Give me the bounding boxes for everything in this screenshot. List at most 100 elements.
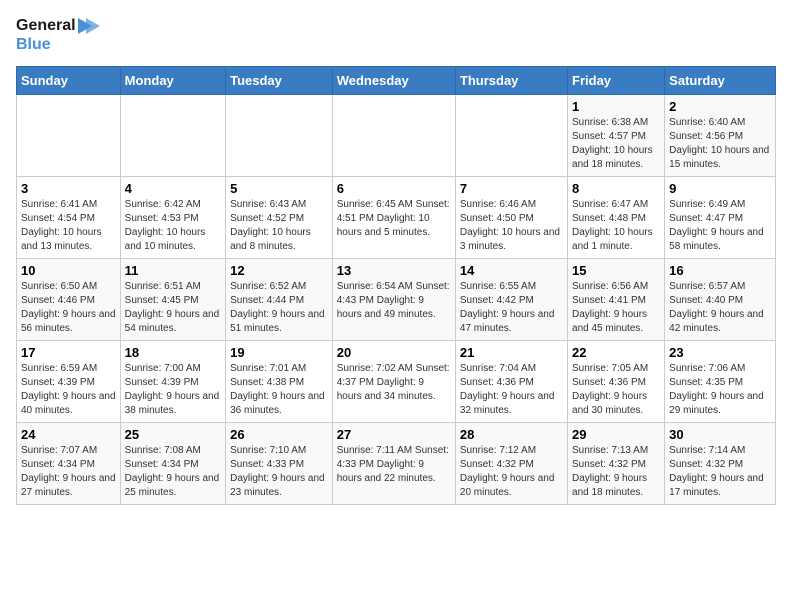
logo-blue: Blue [16, 35, 51, 54]
day-info: Sunrise: 7:11 AM Sunset: 4:33 PM Dayligh… [337, 444, 451, 486]
week-row-3: 10Sunrise: 6:50 AM Sunset: 4:46 PM Dayli… [17, 259, 776, 341]
logo-arrow-icon [78, 18, 100, 34]
day-info: Sunrise: 6:59 AM Sunset: 4:39 PM Dayligh… [21, 362, 116, 418]
day-number: 6 [337, 181, 451, 196]
day-number: 11 [125, 263, 221, 278]
day-number: 18 [125, 345, 221, 360]
day-info: Sunrise: 6:46 AM Sunset: 4:50 PM Dayligh… [460, 198, 563, 254]
day-number: 19 [230, 345, 328, 360]
logo: General Blue [16, 16, 100, 54]
day-number: 28 [460, 427, 563, 442]
day-cell: 26 Sunrise: 7:10 AM Sunset: 4:33 PM Dayli… [226, 423, 333, 505]
day-info: Sunrise: 6:41 AM Sunset: 4:54 PM Dayligh… [21, 198, 116, 254]
day-number: 20 [337, 345, 451, 360]
day-number: 23 [669, 345, 771, 360]
day-cell [226, 95, 333, 177]
week-row-4: 17 Sunrise: 6:59 AM Sunset: 4:39 PM Dayli… [17, 341, 776, 423]
header: General Blue [16, 16, 776, 54]
day-info: Sunrise: 6:45 AM Sunset: 4:51 PM Dayligh… [337, 198, 451, 240]
day-number: 5 [230, 181, 328, 196]
day-info: Sunrise: 6:40 AM Sunset: 4:56 PM Dayligh… [669, 116, 771, 172]
day-info: Sunrise: 6:52 AM Sunset: 4:44 PM Dayligh… [230, 280, 328, 336]
day-cell: 5 Sunrise: 6:43 AM Sunset: 4:52 PM Daylig… [226, 177, 333, 259]
day-info: Sunrise: 7:12 AM Sunset: 4:32 PM Dayligh… [460, 444, 563, 500]
day-cell: 25Sunrise: 7:08 AM Sunset: 4:34 PM Dayli… [120, 423, 225, 505]
day-cell: 24 Sunrise: 7:07 AM Sunset: 4:34 PM Dayli… [17, 423, 121, 505]
day-info: Sunrise: 7:10 AM Sunset: 4:33 PM Dayligh… [230, 444, 328, 500]
day-number: 29 [572, 427, 660, 442]
day-cell: 10Sunrise: 6:50 AM Sunset: 4:46 PM Dayli… [17, 259, 121, 341]
header-row: SundayMondayTuesdayWednesdayThursdayFrid… [17, 67, 776, 95]
calendar-table: SundayMondayTuesdayWednesdayThursdayFrid… [16, 66, 776, 505]
day-number: 7 [460, 181, 563, 196]
day-info: Sunrise: 6:51 AM Sunset: 4:45 PM Dayligh… [125, 280, 221, 336]
day-info: Sunrise: 6:49 AM Sunset: 4:47 PM Dayligh… [669, 198, 771, 254]
day-cell: 11 Sunrise: 6:51 AM Sunset: 4:45 PM Dayli… [120, 259, 225, 341]
day-cell: 4 Sunrise: 6:42 AM Sunset: 4:53 PM Daylig… [120, 177, 225, 259]
col-header-friday: Friday [568, 67, 665, 95]
day-info: Sunrise: 6:57 AM Sunset: 4:40 PM Dayligh… [669, 280, 771, 336]
day-info: Sunrise: 6:43 AM Sunset: 4:52 PM Dayligh… [230, 198, 328, 254]
day-cell: 16 Sunrise: 6:57 AM Sunset: 4:40 PM Dayli… [665, 259, 776, 341]
day-number: 24 [21, 427, 116, 442]
day-number: 1 [572, 99, 660, 114]
day-number: 26 [230, 427, 328, 442]
day-info: Sunrise: 7:05 AM Sunset: 4:36 PM Dayligh… [572, 362, 660, 418]
day-info: Sunrise: 6:55 AM Sunset: 4:42 PM Dayligh… [460, 280, 563, 336]
day-cell: 30 Sunrise: 7:14 AM Sunset: 4:32 PM Dayli… [665, 423, 776, 505]
day-number: 22 [572, 345, 660, 360]
day-cell: 19 Sunrise: 7:01 AM Sunset: 4:38 PM Dayli… [226, 341, 333, 423]
day-info: Sunrise: 6:50 AM Sunset: 4:46 PM Dayligh… [21, 280, 116, 336]
day-info: Sunrise: 6:54 AM Sunset: 4:43 PM Dayligh… [337, 280, 451, 322]
day-info: Sunrise: 7:07 AM Sunset: 4:34 PM Dayligh… [21, 444, 116, 500]
day-cell: 20Sunrise: 7:02 AM Sunset: 4:37 PM Dayli… [332, 341, 455, 423]
day-cell: 8 Sunrise: 6:47 AM Sunset: 4:48 PM Daylig… [568, 177, 665, 259]
day-info: Sunrise: 7:06 AM Sunset: 4:35 PM Dayligh… [669, 362, 771, 418]
day-cell: 1Sunrise: 6:38 AM Sunset: 4:57 PM Daylig… [568, 95, 665, 177]
day-cell: 7 Sunrise: 6:46 AM Sunset: 4:50 PM Daylig… [455, 177, 567, 259]
day-number: 12 [230, 263, 328, 278]
day-cell: 9Sunrise: 6:49 AM Sunset: 4:47 PM Daylig… [665, 177, 776, 259]
logo-general: General [16, 16, 76, 35]
col-header-wednesday: Wednesday [332, 67, 455, 95]
day-number: 14 [460, 263, 563, 278]
day-cell [332, 95, 455, 177]
week-row-1: 1Sunrise: 6:38 AM Sunset: 4:57 PM Daylig… [17, 95, 776, 177]
day-number: 16 [669, 263, 771, 278]
day-number: 8 [572, 181, 660, 196]
col-header-thursday: Thursday [455, 67, 567, 95]
day-cell: 18Sunrise: 7:00 AM Sunset: 4:39 PM Dayli… [120, 341, 225, 423]
day-info: Sunrise: 7:08 AM Sunset: 4:34 PM Dayligh… [125, 444, 221, 500]
logo-container: General Blue [16, 16, 100, 54]
day-cell [17, 95, 121, 177]
day-number: 4 [125, 181, 221, 196]
day-cell: 17 Sunrise: 6:59 AM Sunset: 4:39 PM Dayli… [17, 341, 121, 423]
day-number: 30 [669, 427, 771, 442]
day-cell: 12 Sunrise: 6:52 AM Sunset: 4:44 PM Dayli… [226, 259, 333, 341]
day-info: Sunrise: 7:01 AM Sunset: 4:38 PM Dayligh… [230, 362, 328, 418]
day-cell: 27 Sunrise: 7:11 AM Sunset: 4:33 PM Dayli… [332, 423, 455, 505]
day-cell: 3 Sunrise: 6:41 AM Sunset: 4:54 PM Daylig… [17, 177, 121, 259]
day-cell: 29Sunrise: 7:13 AM Sunset: 4:32 PM Dayli… [568, 423, 665, 505]
day-number: 3 [21, 181, 116, 196]
day-cell: 2 Sunrise: 6:40 AM Sunset: 4:56 PM Daylig… [665, 95, 776, 177]
day-cell: 6 Sunrise: 6:45 AM Sunset: 4:51 PM Daylig… [332, 177, 455, 259]
day-cell: 22 Sunrise: 7:05 AM Sunset: 4:36 PM Dayli… [568, 341, 665, 423]
col-header-saturday: Saturday [665, 67, 776, 95]
day-cell: 23 Sunrise: 7:06 AM Sunset: 4:35 PM Dayli… [665, 341, 776, 423]
day-number: 21 [460, 345, 563, 360]
day-info: Sunrise: 7:14 AM Sunset: 4:32 PM Dayligh… [669, 444, 771, 500]
day-cell: 13 Sunrise: 6:54 AM Sunset: 4:43 PM Dayli… [332, 259, 455, 341]
day-info: Sunrise: 6:47 AM Sunset: 4:48 PM Dayligh… [572, 198, 660, 254]
day-number: 13 [337, 263, 451, 278]
day-info: Sunrise: 7:04 AM Sunset: 4:36 PM Dayligh… [460, 362, 563, 418]
week-row-5: 24 Sunrise: 7:07 AM Sunset: 4:34 PM Dayli… [17, 423, 776, 505]
day-number: 2 [669, 99, 771, 114]
week-row-2: 3 Sunrise: 6:41 AM Sunset: 4:54 PM Daylig… [17, 177, 776, 259]
day-number: 17 [21, 345, 116, 360]
day-info: Sunrise: 6:42 AM Sunset: 4:53 PM Dayligh… [125, 198, 221, 254]
col-header-monday: Monday [120, 67, 225, 95]
col-header-sunday: Sunday [17, 67, 121, 95]
day-info: Sunrise: 6:56 AM Sunset: 4:41 PM Dayligh… [572, 280, 660, 336]
day-number: 27 [337, 427, 451, 442]
